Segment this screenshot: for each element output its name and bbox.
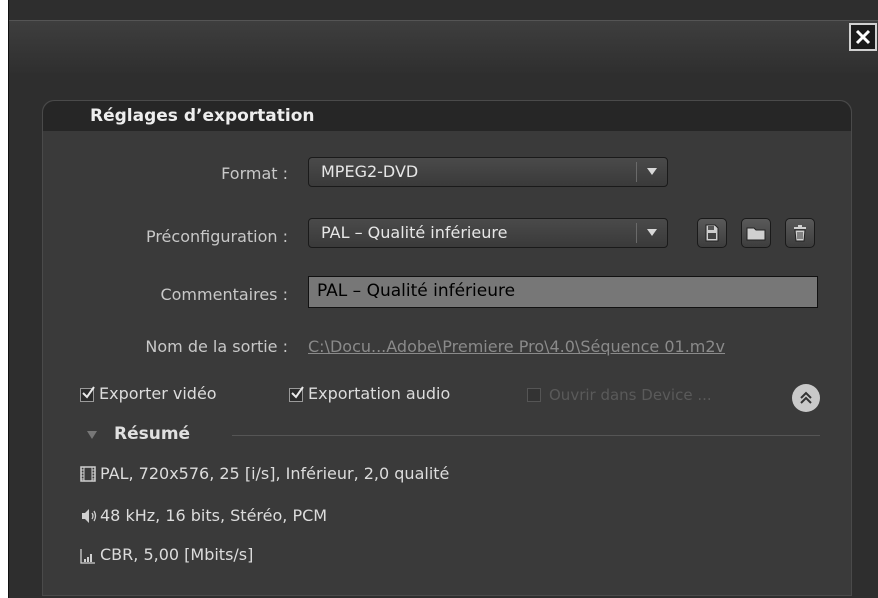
summary-divider [232,435,820,436]
preset-label: Préconfiguration : [145,227,288,246]
preset-dropdown[interactable]: PAL – Qualité inférieure [308,218,668,248]
import-preset-button[interactable] [741,218,771,248]
dropdown-separator [636,162,637,182]
export-audio-label: Exportation audio [308,384,451,403]
chevron-down-icon [647,168,657,175]
title-bar [9,20,878,73]
close-icon [855,29,871,45]
delete-preset-button[interactable] [785,218,815,248]
collapse-button[interactable] [792,384,820,412]
dropdown-separator [636,223,637,243]
check-icon [82,386,95,399]
close-button[interactable] [849,23,877,51]
export-audio-checkbox[interactable] [289,386,304,402]
chevron-up-icon [800,391,812,404]
save-preset-icon [705,224,719,242]
comments-label: Commentaires : [160,285,288,304]
summary-video: PAL, 720x576, 25 [i/s], Inférieur, 2,0 q… [100,464,450,483]
output-name-label: Nom de la sortie : [145,337,288,356]
open-device-checkbox[interactable] [527,388,541,402]
panel-header: Réglages d’exportation [43,101,851,131]
comments-input[interactable]: PAL – Qualité inférieure [308,276,818,308]
format-label: Format : [221,164,288,183]
export-video-label: Exporter vidéo [99,384,217,403]
save-preset-button[interactable] [697,218,727,248]
open-device-label: Ouvrir dans Device ... [549,386,712,404]
summary-bitrate: CBR, 5,00 [Mbits/s] [100,545,254,564]
summary-audio: 48 kHz, 16 bits, Stéréo, PCM [100,506,328,525]
export-video-checkbox[interactable] [80,386,95,402]
check-icon [291,386,304,399]
trash-icon [794,225,806,242]
format-value: MPEG2-DVD [321,162,419,181]
bitrate-icon [80,549,95,564]
disclosure-triangle-icon[interactable] [86,430,98,440]
summary-title: Résumé [114,424,191,444]
folder-icon [746,227,766,241]
output-path-link[interactable]: C:\Docu...Adobe\Premiere Pro\4.0\Séquenc… [308,337,725,356]
speaker-icon [82,509,97,523]
preset-value: PAL – Qualité inférieure [321,223,508,242]
format-dropdown[interactable]: MPEG2-DVD [308,157,668,187]
chevron-down-icon [647,229,657,236]
panel-title: Réglages d’exportation [90,106,315,126]
film-icon [80,466,96,482]
